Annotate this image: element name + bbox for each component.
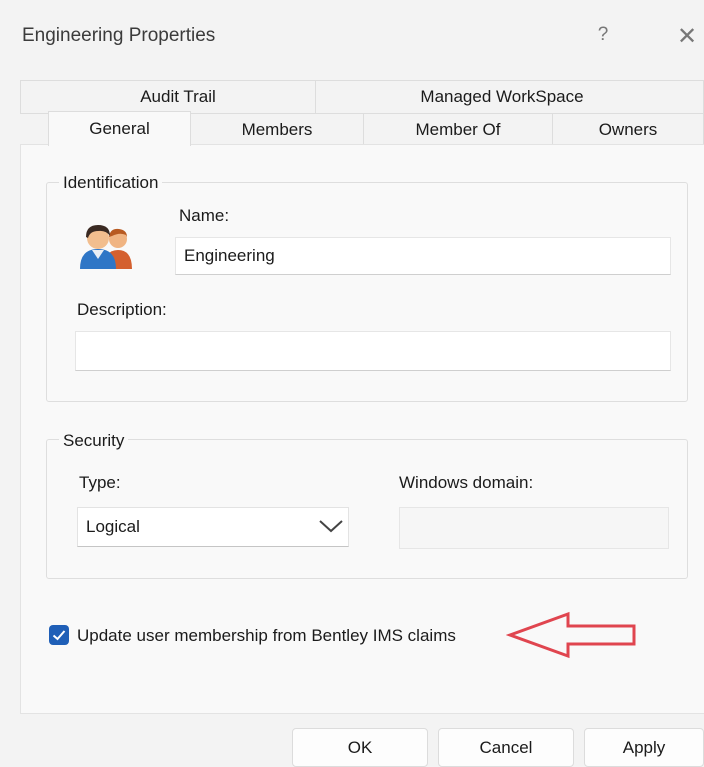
cancel-button[interactable]: Cancel <box>438 728 574 767</box>
windows-domain-input <box>399 507 669 549</box>
help-button[interactable]: ? <box>588 20 618 50</box>
security-group-label: Security <box>59 431 129 451</box>
type-label: Type: <box>79 473 121 492</box>
tab-members[interactable]: Members <box>190 113 364 145</box>
tab-member-of[interactable]: Member Of <box>363 113 553 145</box>
tab-label: Owners <box>598 120 658 139</box>
name-input[interactable]: Engineering <box>175 237 671 275</box>
window-title: Engineering Properties <box>22 25 216 46</box>
type-dropdown[interactable]: Logical <box>77 507 349 547</box>
update-membership-label[interactable]: Update user membership from Bentley IMS … <box>77 626 456 646</box>
general-tab-page: Identification Name: Engineering Descrip… <box>20 144 704 714</box>
tab-label: General <box>89 119 150 138</box>
tab-owners[interactable]: Owners <box>552 113 704 145</box>
tab-managed-workspace[interactable]: Managed WorkSpace <box>315 80 704 114</box>
tab-label: Managed WorkSpace <box>420 87 584 106</box>
tab-label: Member Of <box>415 120 501 139</box>
tab-general[interactable]: General <box>48 111 191 146</box>
name-label: Name: <box>179 206 230 225</box>
apply-button[interactable]: Apply <box>584 728 704 767</box>
tab-label: Audit Trail <box>140 87 216 106</box>
tab-audit-trail[interactable]: Audit Trail <box>20 80 316 114</box>
title-bar: Engineering Properties ? ✕ <box>0 0 704 72</box>
identification-group-label: Identification <box>59 173 163 193</box>
windows-domain-label: Windows domain: <box>399 473 534 492</box>
name-value: Engineering <box>184 246 275 265</box>
annotation-arrow-icon <box>505 611 641 659</box>
type-value: Logical <box>86 517 140 536</box>
description-label: Description: <box>77 300 167 319</box>
users-icon <box>76 223 134 269</box>
tab-label: Members <box>241 120 313 139</box>
description-input[interactable] <box>75 331 671 371</box>
ok-button[interactable]: OK <box>292 728 428 767</box>
chevron-down-icon <box>318 516 344 541</box>
update-membership-checkbox[interactable] <box>49 625 69 645</box>
close-button[interactable]: ✕ <box>670 20 704 54</box>
